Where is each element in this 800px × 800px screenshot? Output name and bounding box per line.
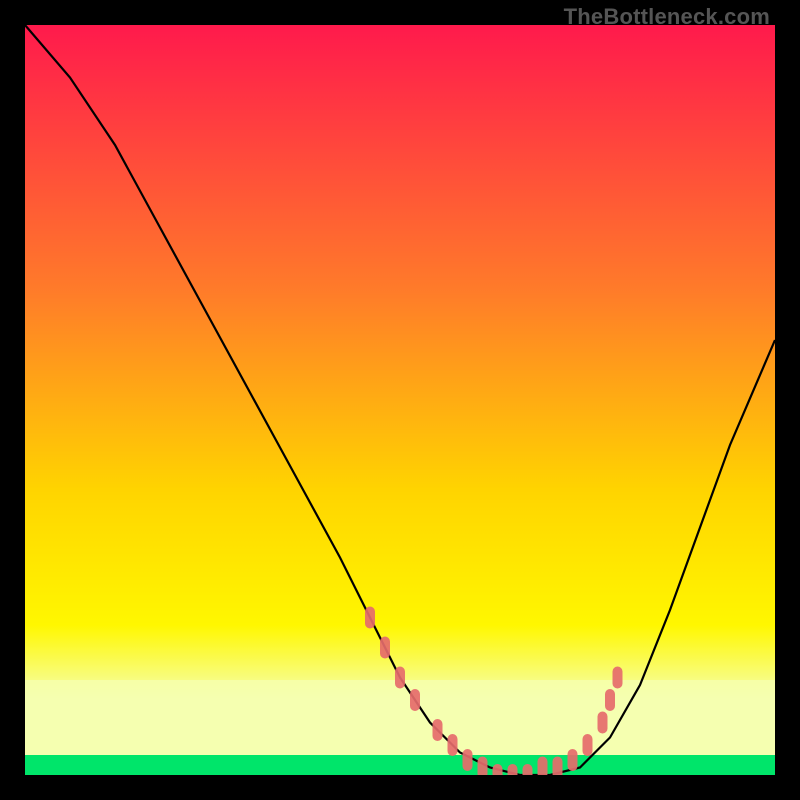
highlight-dot <box>598 712 608 734</box>
highlight-dot <box>380 637 390 659</box>
green-band <box>25 755 775 775</box>
highlight-dot <box>395 667 405 689</box>
highlight-dot <box>508 764 518 775</box>
highlight-dot <box>463 749 473 771</box>
chart-frame: TheBottleneck.com <box>0 0 800 800</box>
highlight-dot <box>493 764 503 775</box>
highlight-dot <box>605 689 615 711</box>
highlight-dot <box>410 689 420 711</box>
plot-area <box>25 25 775 775</box>
highlight-dot <box>613 667 623 689</box>
highlight-dot <box>523 764 533 775</box>
highlight-dot <box>538 757 548 776</box>
highlight-dot <box>583 734 593 756</box>
gradient-background <box>25 25 775 775</box>
highlight-dot <box>553 757 563 776</box>
bottleneck-chart-svg <box>25 25 775 775</box>
highlight-dot <box>448 734 458 756</box>
highlight-dot <box>433 719 443 741</box>
highlight-dot <box>478 757 488 776</box>
highlight-dot <box>365 607 375 629</box>
highlight-dot <box>568 749 578 771</box>
